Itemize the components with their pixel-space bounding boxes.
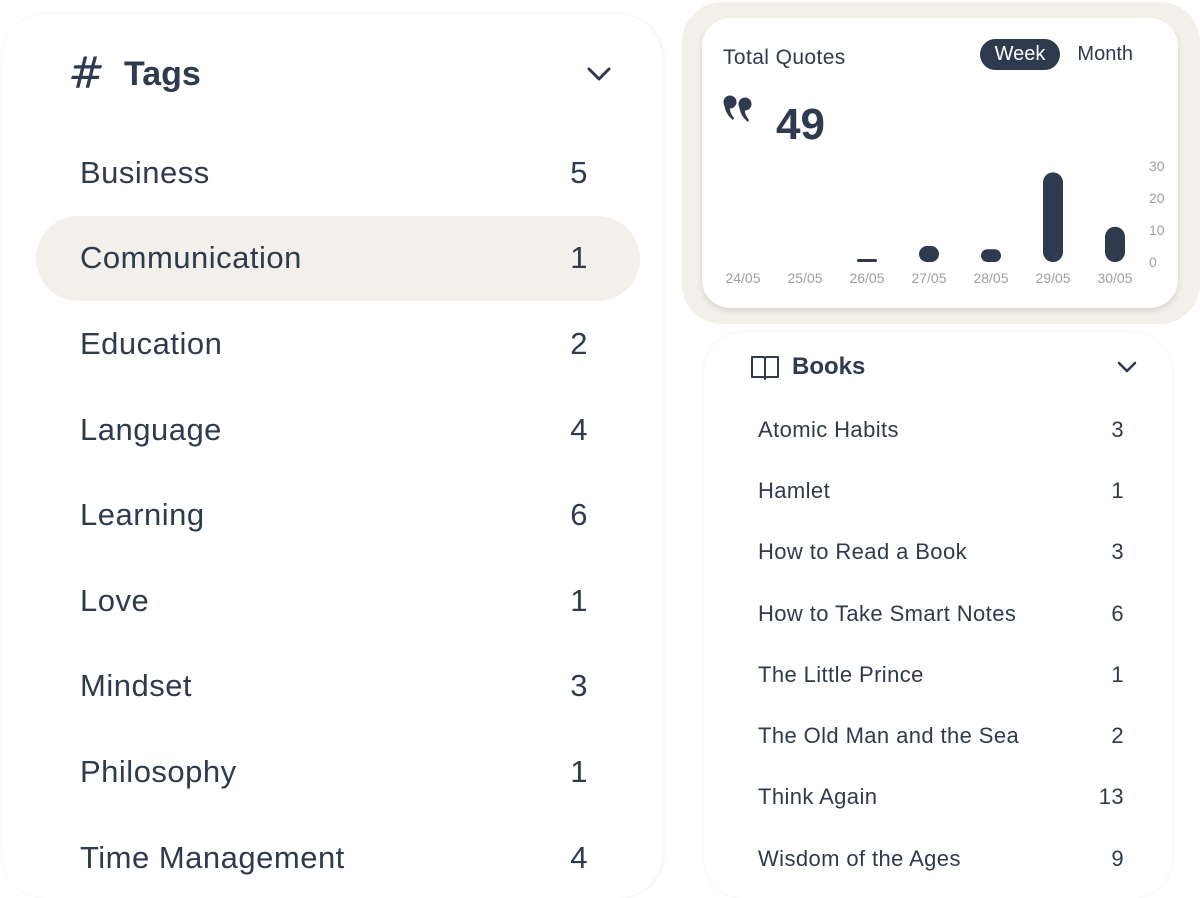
tag-item[interactable]: Learning 6 [36, 472, 640, 558]
x-tick-label: 25/05 [787, 270, 822, 286]
book-label: Atomic Habits [758, 416, 899, 442]
tag-item[interactable]: Mindset 3 [36, 644, 640, 730]
total-quotes-widget: Total Quotes Week Month 49 24/05 25/05 26/… [682, 2, 1200, 324]
tag-count: 1 [570, 753, 588, 789]
y-tick-label: 10 [1149, 222, 1165, 238]
tag-count: 5 [570, 154, 588, 190]
book-count: 6 [1111, 600, 1124, 626]
tag-item[interactable]: Philosophy 1 [36, 729, 640, 815]
book-item[interactable]: Atomic Habits 3 [758, 399, 1124, 460]
tag-item[interactable]: Education 2 [36, 301, 640, 387]
tag-item[interactable]: Time Management 4 [36, 815, 640, 898]
total-quotes-card: Total Quotes Week Month 49 24/05 25/05 26/… [702, 18, 1178, 308]
y-tick-label: 30 [1149, 158, 1165, 174]
tag-count: 4 [570, 411, 588, 447]
books-panel: Books Atomic Habits 3 Hamlet 1 How to Read a… [704, 332, 1172, 898]
book-count: 9 [1111, 845, 1124, 871]
book-item[interactable]: The Old Man and the Sea 2 [758, 705, 1124, 766]
x-tick-label: 27/05 [911, 270, 946, 286]
tag-label: Communication [80, 240, 302, 276]
x-tick-label: 28/05 [973, 270, 1008, 286]
book-open-icon [751, 356, 779, 380]
book-item[interactable]: How to Read a Book 3 [758, 522, 1124, 583]
tag-count: 2 [570, 325, 588, 361]
period-toggle: Week Month [979, 39, 1148, 70]
book-count: 1 [1111, 477, 1124, 503]
bar-30/05 [1105, 226, 1125, 262]
week-toggle-button[interactable]: Week [979, 39, 1061, 70]
tag-item[interactable]: Love 1 [36, 558, 640, 644]
x-tick-label: 26/05 [849, 270, 884, 286]
tag-label: Time Management [80, 839, 345, 875]
chevron-down-icon[interactable] [586, 64, 612, 84]
tag-label: Philosophy [80, 753, 237, 789]
tag-item[interactable]: Business 5 [36, 130, 640, 216]
tag-item[interactable]: Communication 1 [36, 215, 640, 302]
x-tick-label: 24/05 [725, 270, 760, 286]
book-item[interactable]: The Little Prince 1 [758, 644, 1124, 705]
tag-label: Education [80, 325, 223, 361]
bar-28/05 [981, 249, 1001, 262]
stats-title: Total Quotes [723, 46, 846, 69]
hash-icon: # [68, 48, 105, 99]
tags-header[interactable]: # Tags [68, 48, 612, 99]
books-list: Atomic Habits 3 Hamlet 1 How to Read a Book 3… [758, 399, 1124, 889]
bar-27/05 [919, 246, 939, 262]
tag-label: Love [80, 582, 150, 618]
y-tick-label: 0 [1149, 254, 1157, 270]
tag-count: 3 [570, 668, 588, 704]
book-count: 2 [1111, 723, 1124, 749]
tag-count: 1 [570, 582, 588, 618]
x-tick-label: 29/05 [1035, 270, 1070, 286]
book-label: How to Read a Book [758, 539, 967, 565]
book-count: 1 [1111, 661, 1124, 687]
book-count: 13 [1098, 784, 1124, 810]
book-label: Wisdom of the Ages [758, 845, 961, 871]
book-label: The Old Man and the Sea [758, 723, 1020, 749]
books-header[interactable]: Books [750, 352, 1138, 382]
tag-count: 4 [570, 839, 588, 875]
book-label: Hamlet [758, 477, 831, 503]
quotes-bar-chart: 24/05 25/05 26/05 27/05 28/05 29/05 30/05 0 10 20… [725, 158, 1165, 286]
tags-panel: # Tags Business 5 Communication 1 Education 2… [2, 14, 662, 898]
tag-count: 6 [570, 497, 588, 533]
tags-list: Business 5 Communication 1 Education 2 Languag… [36, 130, 640, 898]
book-item[interactable]: Wisdom of the Ages 9 [758, 828, 1124, 889]
total-quotes-value: 49 [776, 100, 825, 149]
x-tick-label: 30/05 [1097, 270, 1132, 286]
tag-item[interactable]: Language 4 [36, 387, 640, 473]
tag-label: Mindset [80, 668, 193, 704]
tags-title: Tags [124, 54, 201, 93]
book-label: The Little Prince [758, 661, 924, 687]
book-item[interactable]: Think Again 13 [758, 767, 1124, 828]
bar-26/05 [857, 259, 877, 262]
tag-label: Learning [80, 497, 205, 533]
books-title: Books [792, 353, 866, 380]
book-item[interactable]: How to Take Smart Notes 6 [758, 583, 1124, 644]
chevron-down-icon[interactable] [1116, 358, 1138, 376]
book-item[interactable]: Hamlet 1 [758, 460, 1124, 521]
quote-icon [723, 95, 752, 122]
book-count: 3 [1111, 539, 1124, 565]
tag-label: Language [80, 411, 222, 447]
month-toggle-button[interactable]: Month [1062, 39, 1148, 70]
book-label: How to Take Smart Notes [758, 600, 1017, 626]
y-tick-label: 20 [1149, 190, 1165, 206]
tag-count: 1 [570, 240, 588, 276]
tag-label: Business [80, 154, 210, 190]
bar-29/05 [1043, 172, 1063, 262]
book-label: Think Again [758, 784, 878, 810]
book-count: 3 [1111, 416, 1124, 442]
